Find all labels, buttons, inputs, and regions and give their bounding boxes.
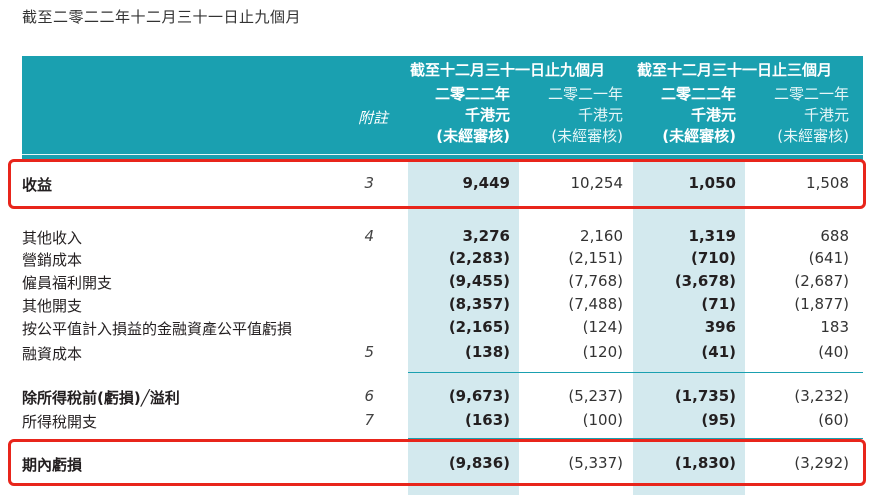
- header-col1-year: 二零二二年: [434, 85, 510, 103]
- value-col3: (710): [690, 249, 736, 267]
- value-col1: (8,357): [448, 295, 510, 313]
- header-col3-audit: (未經審核): [662, 127, 736, 145]
- value-col1: (9,455): [448, 272, 510, 290]
- header-col4-audit: (未經審核): [777, 127, 849, 145]
- header-col1: 二零二二年 千港元 (未經審核): [410, 84, 510, 147]
- row-note: 5: [364, 343, 374, 361]
- row-label: 除所得稅前(虧損)╱溢利: [22, 389, 180, 407]
- value-col4: 183: [820, 318, 849, 336]
- value-col1: (138): [464, 343, 510, 361]
- value-col4: (1,877): [794, 295, 849, 313]
- header-col4-year: 二零二一年: [773, 85, 849, 103]
- highlight-box-revenue: [8, 159, 866, 209]
- header-col2-unit: 千港元: [577, 106, 623, 124]
- header-col3-unit: 千港元: [690, 106, 736, 124]
- value-col2: (100): [582, 411, 623, 429]
- row-label: 按公平值計入損益的金融資產公平值虧損: [22, 320, 293, 338]
- value-col3: 1,319: [688, 227, 736, 245]
- value-col1: (2,283): [448, 249, 510, 267]
- row-label: 營銷成本: [22, 251, 83, 269]
- header-col1-unit: 千港元: [464, 106, 510, 124]
- value-col3: (3,678): [674, 272, 736, 290]
- table-row-fair-value-loss: 按公平值計入損益的金融資產公平值虧損 (2,165) (124) 396 183: [0, 318, 875, 340]
- page-title: 截至二零二二年十二月三十一日止九個月: [22, 8, 302, 26]
- value-col3: (41): [701, 343, 736, 361]
- value-col1: (163): [464, 411, 510, 429]
- value-col4: (60): [818, 411, 849, 429]
- table-row-staff: 僱員福利開支 (9,455) (7,768) (3,678) (2,687): [0, 272, 875, 294]
- header-col2: 二零二一年 千港元 (未經審核): [520, 84, 623, 147]
- row-note: 7: [364, 411, 374, 429]
- header-col1-audit: (未經審核): [436, 127, 510, 145]
- table-row-income-tax: 所得稅開支 7 (163) (100) (95) (60): [0, 411, 875, 433]
- value-col2: (124): [582, 318, 623, 336]
- table-row-other-expenses: 其他開支 (8,357) (7,488) (71) (1,877): [0, 295, 875, 317]
- value-col4: (40): [818, 343, 849, 361]
- value-col1: (2,165): [448, 318, 510, 336]
- header-divider: [22, 154, 863, 155]
- value-col2: (7,488): [568, 295, 623, 313]
- header-col2-year: 二零二一年: [547, 85, 623, 103]
- value-col2: (2,151): [568, 249, 623, 267]
- table-row-marketing: 營銷成本 (2,283) (2,151) (710) (641): [0, 249, 875, 271]
- table-row-pretax: 除所得稅前(虧損)╱溢利 6 (9,673) (5,237) (1,735) (…: [0, 387, 875, 409]
- value-col4: (641): [808, 249, 849, 267]
- header-period-three-months: 截至十二月三十一日止三個月: [637, 61, 833, 79]
- value-col2: (120): [582, 343, 623, 361]
- row-label: 其他開支: [22, 297, 83, 315]
- table-row-finance-costs: 融資成本 5 (138) (120) (41) (40): [0, 343, 875, 365]
- header-col4-unit: 千港元: [803, 106, 849, 124]
- row-note: 6: [364, 387, 374, 405]
- value-col2: (5,237): [568, 387, 623, 405]
- header-col3-year: 二零二二年: [660, 85, 736, 103]
- value-col3: 396: [704, 318, 736, 336]
- value-col1: 3,276: [462, 227, 510, 245]
- header-col4: 二零二一年 千港元 (未經審核): [746, 84, 849, 147]
- value-col2: (7,768): [568, 272, 623, 290]
- value-col4: (2,687): [794, 272, 849, 290]
- header-note-label: 附註: [357, 109, 388, 127]
- row-label: 所得稅開支: [22, 413, 98, 431]
- row-label: 其他收入: [22, 229, 83, 247]
- value-col3: (95): [701, 411, 736, 429]
- header-col3: 二零二二年 千港元 (未經審核): [635, 84, 736, 147]
- value-col4: 688: [820, 227, 849, 245]
- highlight-box-loss: [8, 439, 866, 486]
- header-period-nine-months: 截至十二月三十一日止九個月: [410, 61, 606, 79]
- header-col2-audit: (未經審核): [551, 127, 623, 145]
- row-label: 僱員福利開支: [22, 274, 113, 292]
- value-col3: (1,735): [674, 387, 736, 405]
- row-note: 4: [364, 227, 374, 245]
- subtotal-rule: [408, 372, 863, 373]
- table-row-other-income: 其他收入 4 3,276 2,160 1,319 688: [0, 227, 875, 249]
- value-col1: (9,673): [448, 387, 510, 405]
- value-col4: (3,232): [794, 387, 849, 405]
- value-col3: (71): [701, 295, 736, 313]
- row-label: 融資成本: [22, 345, 83, 363]
- value-col2: 2,160: [580, 227, 623, 245]
